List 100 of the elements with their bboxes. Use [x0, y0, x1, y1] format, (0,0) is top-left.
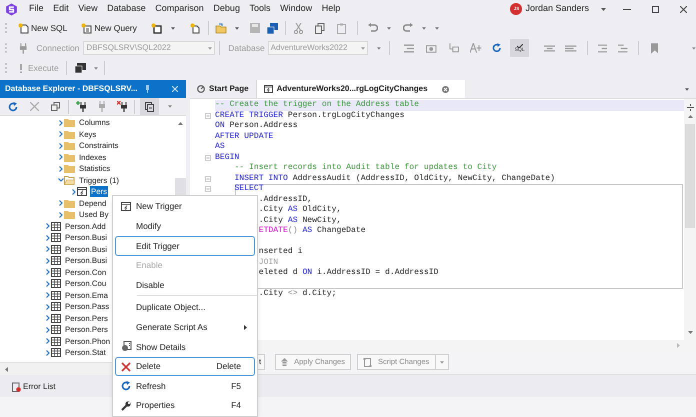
undo-icon[interactable] [368, 23, 378, 33]
expand-chevron-icon[interactable] [45, 292, 51, 298]
new-query-button[interactable]: New Query [80, 20, 138, 36]
menu-item[interactable]: Show Details [115, 337, 255, 357]
document-tab[interactable]: AdventureWorks20...rgLogCityChanges [256, 80, 465, 98]
indent-icon[interactable] [598, 44, 608, 52]
caret-icon[interactable] [234, 26, 239, 30]
expand-chevron-icon[interactable] [45, 338, 51, 344]
menu-item[interactable]: Comparison [155, 2, 204, 16]
fold-toggle-icon[interactable] [205, 154, 211, 161]
menu-item[interactable]: Duplicate Object... [115, 298, 255, 318]
caret-icon[interactable] [94, 66, 98, 70]
camera-icon[interactable] [426, 44, 437, 52]
maximize-icon[interactable] [652, 6, 659, 12]
expand-chevron-icon[interactable] [58, 200, 64, 206]
expand-chevron-icon[interactable] [58, 120, 64, 126]
caret-icon[interactable] [422, 26, 426, 30]
remove-connection-icon[interactable] [117, 101, 128, 112]
scrollbar-thumb[interactable] [685, 124, 695, 228]
new-file-icon [18, 22, 29, 34]
code-line: nserted i [258, 247, 302, 258]
menu-item[interactable]: Debug [213, 2, 240, 16]
plug-icon[interactable] [18, 42, 28, 54]
menu-item[interactable]: Database [107, 2, 146, 16]
scroll-left-icon[interactable] [5, 366, 8, 372]
expand-chevron-icon[interactable] [45, 223, 51, 230]
filter-toggle-button[interactable] [140, 98, 159, 115]
expand-chevron-icon[interactable] [45, 258, 51, 264]
expand-chevron-icon[interactable] [45, 280, 51, 287]
menu-item[interactable]: Delete Delete [115, 356, 255, 376]
scroll-up-icon[interactable] [178, 122, 183, 125]
menu-item[interactable]: New Trigger [115, 197, 255, 217]
caret-icon[interactable] [692, 46, 696, 50]
menu-item[interactable]: Help [322, 2, 340, 16]
caret-icon[interactable] [168, 105, 172, 108]
menu-item[interactable]: File [29, 2, 44, 16]
expand-chevron-icon[interactable] [58, 154, 64, 160]
expand-chevron-icon[interactable] [58, 142, 64, 149]
outdent-icon[interactable] [618, 44, 628, 52]
new-sql-button[interactable]: New SQL [17, 20, 68, 36]
bookmark-icon[interactable] [650, 42, 658, 54]
refresh-icon[interactable] [492, 43, 502, 53]
caret-icon[interactable] [434, 26, 439, 30]
list-icon[interactable] [404, 44, 414, 52]
menu-item[interactable]: Tools [250, 2, 271, 16]
caret-icon [208, 46, 212, 50]
expand-chevron-icon[interactable] [45, 315, 51, 322]
fold-toggle-icon[interactable] [205, 112, 211, 119]
uncomment-icon[interactable] [565, 44, 577, 52]
caret-icon[interactable] [377, 46, 382, 50]
refresh-icon[interactable] [8, 102, 18, 112]
menu-item[interactable]: Generate Script As [115, 318, 255, 338]
comment-icon[interactable] [544, 44, 556, 52]
save-all-icon[interactable] [266, 22, 278, 34]
copy-icon[interactable] [51, 102, 60, 111]
scroll-up-icon[interactable] [688, 115, 692, 118]
add-connection-icon[interactable] [76, 101, 87, 112]
text-case-icon[interactable] [470, 43, 482, 53]
menu-item[interactable]: Window [280, 2, 312, 16]
menu-item[interactable]: View [78, 2, 98, 16]
caret-icon[interactable] [170, 26, 175, 30]
user-name[interactable]: Jordan Sanders [525, 2, 589, 16]
menu-item[interactable]: Modify [115, 216, 255, 236]
panel-tab[interactable]: Error List [10, 379, 58, 395]
fold-toggle-icon[interactable] [205, 176, 211, 182]
window-icon[interactable] [74, 63, 86, 73]
scroll-down-icon[interactable] [688, 331, 692, 334]
trigger-icon [121, 202, 131, 212]
expand-chevron-icon[interactable] [45, 246, 51, 252]
folder-icon[interactable] [214, 22, 227, 34]
fold-toggle-icon[interactable] [205, 186, 211, 192]
copy-icon [145, 102, 154, 112]
expand-chevron-icon[interactable] [58, 212, 64, 218]
menu-item[interactable]: Edit [53, 2, 69, 16]
split-icon[interactable] [686, 104, 694, 111]
collapse-chevron-icon[interactable] [58, 177, 64, 184]
close-icon[interactable] [680, 6, 687, 12]
table-icon [51, 336, 61, 346]
expand-chevron-icon[interactable] [71, 188, 77, 195]
menu-item[interactable]: Refresh F5 [115, 376, 255, 396]
expand-chevron-icon[interactable] [45, 304, 51, 310]
menu-item[interactable]: Edit Trigger [115, 236, 255, 256]
expand-chevron-icon[interactable] [45, 350, 51, 356]
redo-icon[interactable] [402, 23, 413, 33]
expand-chevron-icon[interactable] [45, 234, 51, 241]
copy-icon[interactable] [314, 22, 325, 34]
expand-chevron-icon[interactable] [58, 166, 64, 172]
pin-icon[interactable] [144, 85, 150, 93]
new-document-icon[interactable] [150, 22, 162, 34]
expand-chevron-icon[interactable] [45, 269, 51, 276]
expand-chevron-icon[interactable] [45, 326, 51, 333]
caret-icon[interactable] [601, 8, 606, 10]
caret-icon[interactable] [685, 88, 689, 91]
caret-icon[interactable] [386, 26, 391, 30]
indent-icon[interactable] [448, 43, 460, 53]
scissors-icon[interactable] [294, 22, 303, 34]
new-file-icon[interactable] [190, 22, 201, 34]
expand-chevron-icon[interactable] [58, 131, 64, 138]
menu-item[interactable]: Disable [115, 275, 255, 295]
vertical-scrollbar[interactable] [684, 99, 696, 340]
